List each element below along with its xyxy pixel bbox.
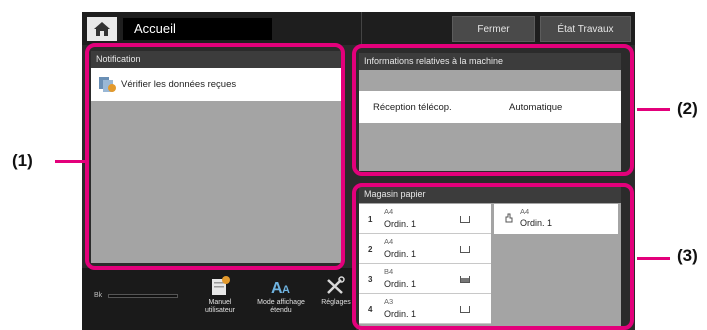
machine-info-panel: Informations relatives à la machine Réce… bbox=[359, 53, 621, 171]
received-data-icon bbox=[97, 74, 121, 96]
extended-display-button[interactable]: A A Mode affichage étendu bbox=[252, 276, 310, 315]
tray-size: B4 bbox=[384, 267, 394, 276]
job-status-button[interactable]: État Travaux bbox=[540, 16, 631, 42]
font-size-icon: A A bbox=[270, 276, 292, 297]
callout-label-2: (2) bbox=[677, 99, 698, 118]
top-bar: Accueil Fermer État Travaux bbox=[82, 12, 635, 45]
callout-label-1: (1) bbox=[12, 151, 33, 170]
tray-number: 3 bbox=[368, 275, 373, 284]
paper-level-icon bbox=[460, 276, 470, 283]
callout-line-3 bbox=[637, 257, 670, 260]
tray-row-4[interactable]: 4 A3 Ordin. 1 bbox=[359, 294, 491, 324]
fax-reception-label: Réception télécop. bbox=[373, 102, 452, 113]
notification-title: Notification bbox=[91, 51, 341, 68]
bottom-bar: Bk Manuel utilisateur A A Mode affichage… bbox=[82, 268, 356, 330]
notification-item[interactable]: Vérifier les données reçues bbox=[91, 68, 341, 101]
settings-button[interactable]: Réglages bbox=[316, 276, 356, 307]
tray-number: 1 bbox=[368, 215, 373, 224]
toner-gauge bbox=[108, 294, 178, 298]
tray-type: Ordin. 1 bbox=[384, 219, 417, 229]
screen-title: Accueil bbox=[123, 18, 272, 40]
callout-label-3: (3) bbox=[677, 246, 698, 265]
tools-icon bbox=[325, 276, 347, 296]
tray-row-1[interactable]: 1 A4 Ordin. 1 bbox=[359, 204, 491, 234]
paper-level-icon bbox=[460, 216, 470, 223]
bypass-type: Ordin. 1 bbox=[520, 218, 553, 228]
tray-list: 1 A4 Ordin. 1 2 A4 Ordin. 1 3 B4 Ordin. … bbox=[359, 204, 491, 324]
tray-number: 4 bbox=[368, 305, 373, 314]
manual-icon bbox=[209, 276, 231, 296]
paper-level-icon bbox=[460, 246, 470, 253]
manual-label: Manuel utilisateur bbox=[205, 299, 235, 314]
tray-row-3[interactable]: 3 B4 Ordin. 1 bbox=[359, 264, 491, 294]
divider bbox=[361, 12, 362, 45]
tray-size: A4 bbox=[384, 207, 394, 216]
tray-number: 2 bbox=[368, 245, 373, 254]
close-button[interactable]: Fermer bbox=[452, 16, 535, 42]
tray-row-2[interactable]: 2 A4 Ordin. 1 bbox=[359, 234, 491, 264]
fax-reception-value: Automatique bbox=[509, 102, 563, 113]
notification-label: Vérifier les données reçues bbox=[121, 79, 237, 90]
user-manual-button[interactable]: Manuel utilisateur bbox=[200, 276, 240, 315]
toner-label: Bk bbox=[94, 292, 103, 299]
bypass-tray[interactable]: A4 Ordin. 1 bbox=[494, 204, 618, 234]
paper-tray-panel: Magasin papier 1 A4 Ordin. 1 2 A4 Ordin.… bbox=[359, 186, 621, 330]
callout-line-2 bbox=[637, 108, 670, 111]
fax-reception-row[interactable]: Réception télécop. Automatique bbox=[359, 91, 621, 123]
paper-level-icon bbox=[460, 306, 470, 313]
settings-label: Réglages bbox=[321, 299, 351, 306]
manual-figure: Accueil Fermer État Travaux Notification… bbox=[0, 0, 707, 330]
mode-label: Mode affichage étendu bbox=[257, 299, 305, 314]
notification-panel: Notification Vérifier les données reçues bbox=[91, 51, 341, 263]
tray-size: A4 bbox=[384, 237, 394, 246]
tray-type: Ordin. 1 bbox=[384, 249, 417, 259]
svg-text:A: A bbox=[282, 284, 290, 296]
home-button[interactable] bbox=[87, 17, 117, 41]
device-screen: Accueil Fermer État Travaux Notification… bbox=[82, 12, 635, 330]
home-icon bbox=[94, 22, 110, 36]
bypass-size: A4 bbox=[520, 207, 530, 216]
paper-tray-title: Magasin papier bbox=[359, 186, 621, 203]
machine-info-title: Informations relatives à la machine bbox=[359, 53, 621, 70]
callout-line-1 bbox=[55, 160, 85, 163]
tray-type: Ordin. 1 bbox=[384, 309, 417, 319]
tray-type: Ordin. 1 bbox=[384, 279, 417, 289]
tray-size: A3 bbox=[384, 297, 394, 306]
bypass-hand-icon bbox=[505, 213, 513, 223]
